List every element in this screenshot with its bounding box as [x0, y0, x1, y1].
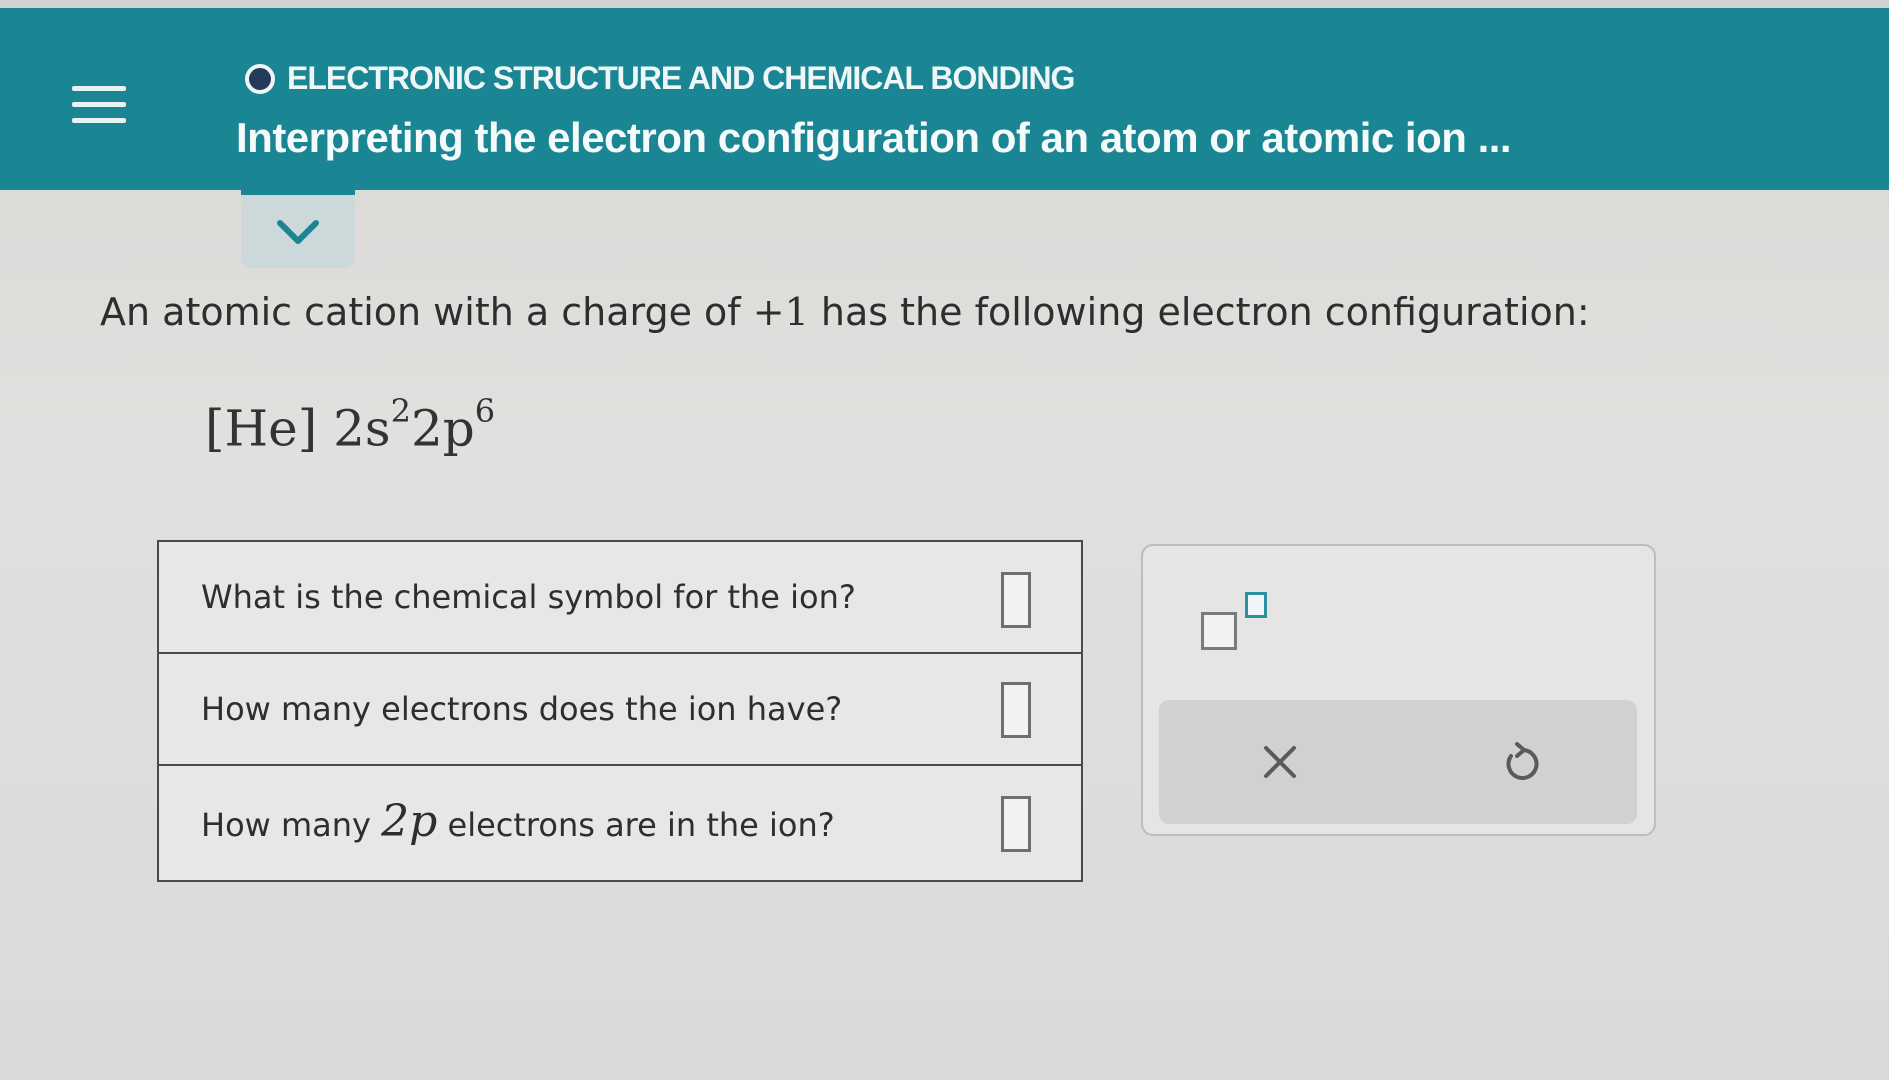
question-label: What is the chemical symbol for the ion? [201, 578, 856, 616]
header-bar: ELECTRONIC STRUCTURE AND CHEMICAL BONDIN… [0, 8, 1889, 190]
electron-count-input[interactable] [1001, 682, 1031, 738]
top-strip [0, 0, 1889, 8]
prompt-text-end: has the following electron configuration… [808, 290, 1590, 334]
hamburger-menu-icon[interactable] [72, 78, 128, 132]
question-label: How many electrons does the ion have? [201, 690, 843, 728]
prompt-text-start: An atomic cation with a charge of [100, 290, 753, 334]
orbital-2s: 2s [333, 399, 391, 458]
chevron-down-icon [277, 219, 319, 244]
charge-value: +1 [752, 290, 809, 334]
collapse-toggle-button[interactable] [241, 190, 355, 268]
orbital-2p-exponent: 6 [474, 392, 496, 430]
undo-button[interactable] [1497, 738, 1545, 786]
orbital-2p: 2p [410, 399, 475, 458]
progress-dot-icon [245, 63, 275, 94]
noble-gas-core: [He] [205, 399, 318, 458]
math-toolbar [1141, 544, 1656, 836]
question-text-start: How many [201, 806, 382, 844]
topic-text: ELECTRONIC STRUCTURE AND CHEMICAL BONDIN… [287, 60, 1075, 96]
question-label: How many 2p electrons are in the ion? [201, 796, 835, 847]
problem-prompt: An atomic cation with a charge of +1 has… [100, 290, 1590, 334]
undo-icon [1506, 742, 1539, 780]
topic-label: ELECTRONIC STRUCTURE AND CHEMICAL BONDIN… [245, 60, 1075, 97]
toolbar-action-bar [1159, 700, 1637, 824]
table-row: How many 2p electrons are in the ion? [159, 766, 1081, 878]
orbital-2s-exponent: 2 [390, 392, 411, 430]
electron-configuration: [He] 2s22p6 [205, 392, 495, 458]
x-icon [1264, 746, 1296, 778]
2p-electron-count-input[interactable] [1001, 796, 1031, 852]
table-row: What is the chemical symbol for the ion? [159, 542, 1081, 654]
clear-button[interactable] [1256, 738, 1304, 786]
table-row: How many electrons does the ion have? [159, 654, 1081, 766]
orbital-label-2p: 2p [381, 796, 438, 847]
page-title: Interpreting the electron configuration … [236, 114, 1512, 161]
superscript-box-icon[interactable] [1201, 592, 1271, 652]
question-text-end: electrons are in the ion? [437, 806, 835, 844]
chemical-symbol-input[interactable] [1001, 572, 1031, 628]
question-table: What is the chemical symbol for the ion?… [157, 540, 1083, 882]
